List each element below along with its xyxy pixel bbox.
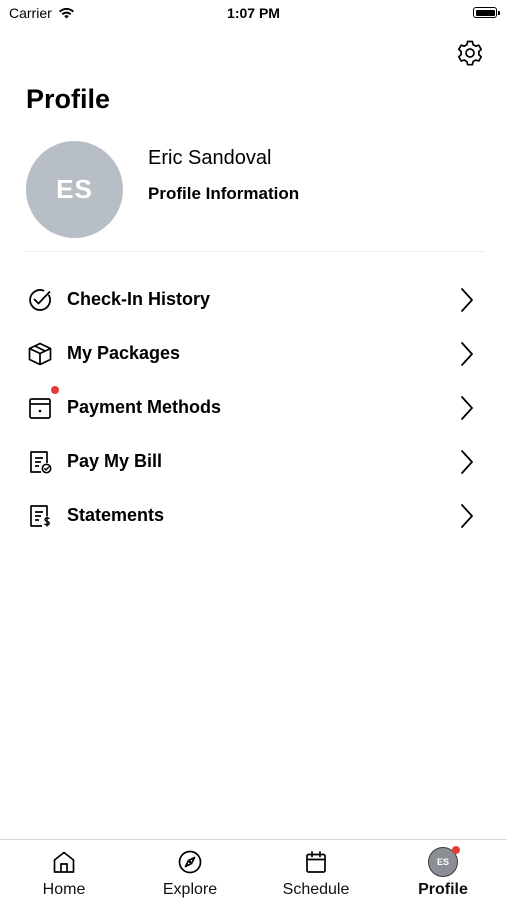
tab-label: Home — [42, 881, 86, 898]
notification-badge — [452, 846, 460, 854]
chevron-right-icon — [461, 504, 473, 528]
package-icon — [28, 342, 52, 366]
compass-icon — [178, 850, 202, 874]
chevron-right-icon — [461, 342, 473, 366]
menu-item-label: Payment Methods — [67, 397, 222, 417]
statement-icon — [30, 505, 50, 527]
gear-icon[interactable] — [456, 39, 484, 67]
tab-profile[interactable]: ES Profile — [380, 840, 506, 901]
menu-item-pay-my-bill[interactable]: Pay My Bill — [0, 438, 507, 484]
calendar-icon — [306, 851, 326, 873]
tab-bar: Home Explore Schedule ES Profile — [0, 839, 507, 901]
bill-icon — [30, 451, 52, 474]
tab-label: Schedule — [282, 881, 350, 898]
user-name: Eric Sandoval — [148, 147, 272, 169]
menu-item-label: Statements — [67, 505, 165, 525]
divider — [25, 251, 485, 252]
chevron-right-icon — [461, 396, 473, 420]
menu-item-label: Pay My Bill — [67, 451, 163, 471]
tab-home[interactable]: Home — [1, 840, 127, 901]
menu-item-check-in-history[interactable]: Check-In History — [0, 276, 507, 322]
avatar[interactable]: ES — [26, 141, 123, 238]
chevron-right-icon — [461, 450, 473, 474]
battery-icon — [473, 7, 500, 18]
menu-item-statements[interactable]: Statements — [0, 492, 507, 538]
chevron-right-icon — [461, 288, 473, 312]
menu-item-label: Check-In History — [67, 289, 211, 309]
page-title: Profile — [26, 84, 111, 114]
menu-item-label: My Packages — [67, 343, 181, 363]
clock: 1:07 PM — [227, 5, 280, 21]
menu-item-my-packages[interactable]: My Packages — [0, 330, 507, 376]
tab-schedule[interactable]: Schedule — [253, 840, 379, 901]
profile-information-link[interactable]: Profile Information — [148, 184, 299, 204]
menu-item-payment-methods[interactable]: Payment Methods — [0, 384, 507, 430]
wallet-icon — [29, 398, 51, 419]
tab-explore[interactable]: Explore — [127, 840, 253, 901]
tab-label: Explore — [162, 881, 218, 898]
notification-badge — [51, 386, 59, 394]
home-icon — [53, 851, 75, 873]
tab-label: Profile — [418, 881, 468, 898]
status-bar: Carrier 1:07 PM — [0, 0, 507, 30]
check-circle-icon — [29, 289, 51, 311]
